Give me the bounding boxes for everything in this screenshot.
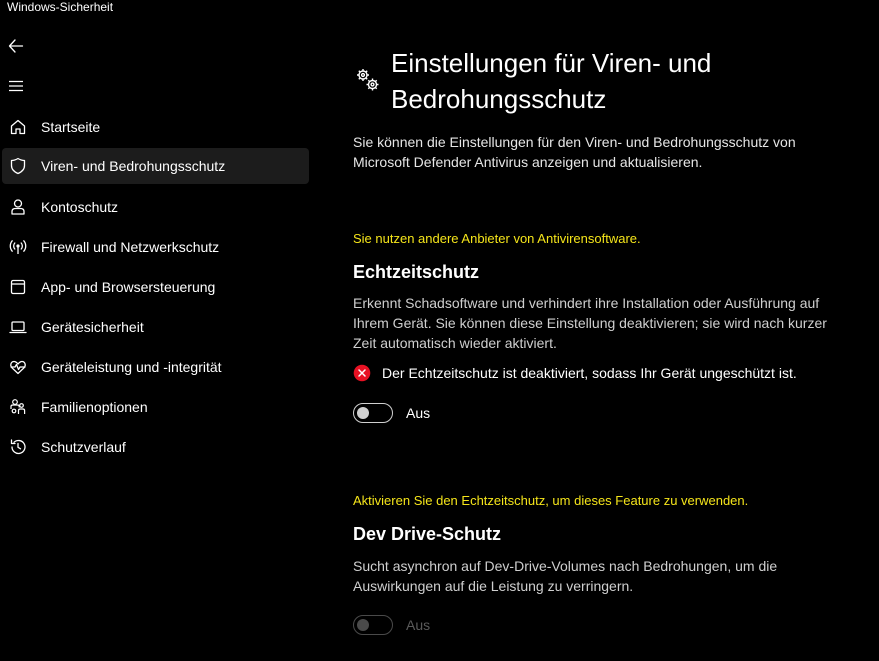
sidebar-item-firewall[interactable]: Firewall und Netzwerkschutz [2, 229, 309, 265]
sidebar-item-app-browser[interactable]: App- und Browsersteuerung [2, 269, 309, 305]
page-title-line2: Bedrohungsschutz [391, 84, 607, 114]
app-window-icon [3, 269, 33, 305]
realtime-status: Der Echtzeitschutz ist deaktiviert, soda… [353, 364, 797, 382]
hamburger-icon [9, 80, 23, 92]
sidebar-item-label: Geräteleistung und -integrität [41, 359, 222, 375]
sidebar-item-label: Firewall und Netzwerkschutz [41, 239, 220, 255]
devdrive-toggle-row: Aus [353, 615, 430, 635]
shield-icon [3, 148, 33, 184]
devdrive-toggle[interactable] [353, 615, 393, 635]
sidebar-item-geraetesicherheit[interactable]: Gerätesicherheit [2, 309, 309, 345]
sidebar-item-label: Viren- und Bedrohungsschutz [41, 158, 226, 174]
person-icon [3, 189, 33, 225]
devdrive-title: Dev Drive-Schutz [353, 524, 502, 544]
devdrive-note: Aktivieren Sie den Echtzeitschutz, um di… [353, 493, 749, 508]
sidebar-item-startseite[interactable]: Startseite [2, 109, 309, 145]
sidebar-item-schutzverlauf[interactable]: Schutzverlauf [2, 429, 309, 465]
sidebar-item-viren-bedrohungsschutz[interactable]: Viren- und Bedrohungsschutz [2, 148, 309, 184]
realtime-status-text: Der Echtzeitschutz ist deaktiviert, soda… [382, 365, 797, 381]
toggle-knob [357, 407, 369, 419]
sidebar: Startseite Viren- und Bedrohungsschutz K… [0, 28, 318, 661]
window-title: Windows-Sicherheit [7, 0, 114, 14]
home-icon [3, 109, 33, 145]
realtime-toggle-row: Aus [353, 403, 430, 423]
sidebar-item-label: Kontoschutz [41, 199, 119, 215]
sidebar-item-label: App- und Browsersteuerung [41, 279, 216, 295]
sidebar-item-kontoschutz[interactable]: Kontoschutz [2, 189, 309, 225]
sidebar-item-geraeteleistung[interactable]: Geräteleistung und -integrität [2, 349, 309, 385]
page-description: Sie können die Einstellungen für den Vir… [353, 134, 796, 170]
realtime-title: Echtzeitschutz [353, 262, 480, 282]
page-title: Einstellungen für Viren- und Bedrohungss… [391, 45, 811, 117]
heart-pulse-icon [3, 349, 33, 385]
main-content: Einstellungen für Viren- und Bedrohungss… [340, 0, 870, 661]
error-icon [353, 364, 371, 382]
gears-icon [354, 66, 382, 94]
antenna-icon [3, 229, 33, 265]
laptop-icon [3, 309, 33, 345]
sidebar-item-label: Startseite [41, 119, 101, 135]
sidebar-item-label: Familienoptionen [41, 399, 148, 415]
realtime-toggle[interactable] [353, 403, 393, 423]
history-icon [3, 429, 33, 465]
realtime-description: Erkennt Schadsoftware und verhindert ihr… [353, 295, 827, 351]
realtime-note: Sie nutzen andere Anbieter von Antiviren… [353, 231, 641, 246]
sidebar-item-familienoptionen[interactable]: Familienoptionen [2, 389, 309, 425]
family-icon [3, 389, 33, 425]
realtime-toggle-label: Aus [406, 405, 431, 421]
back-button[interactable] [4, 36, 28, 56]
sidebar-item-label: Schutzverlauf [41, 439, 126, 455]
devdrive-toggle-label: Aus [406, 617, 431, 633]
toggle-knob [357, 619, 369, 631]
hamburger-menu-button[interactable] [4, 76, 28, 96]
back-arrow-icon [8, 39, 24, 53]
devdrive-description: Sucht asynchron auf Dev-Drive-Volumes na… [353, 558, 778, 594]
sidebar-item-label: Gerätesicherheit [41, 319, 144, 335]
page-title-line1: Einstellungen für Viren- und [391, 48, 712, 78]
